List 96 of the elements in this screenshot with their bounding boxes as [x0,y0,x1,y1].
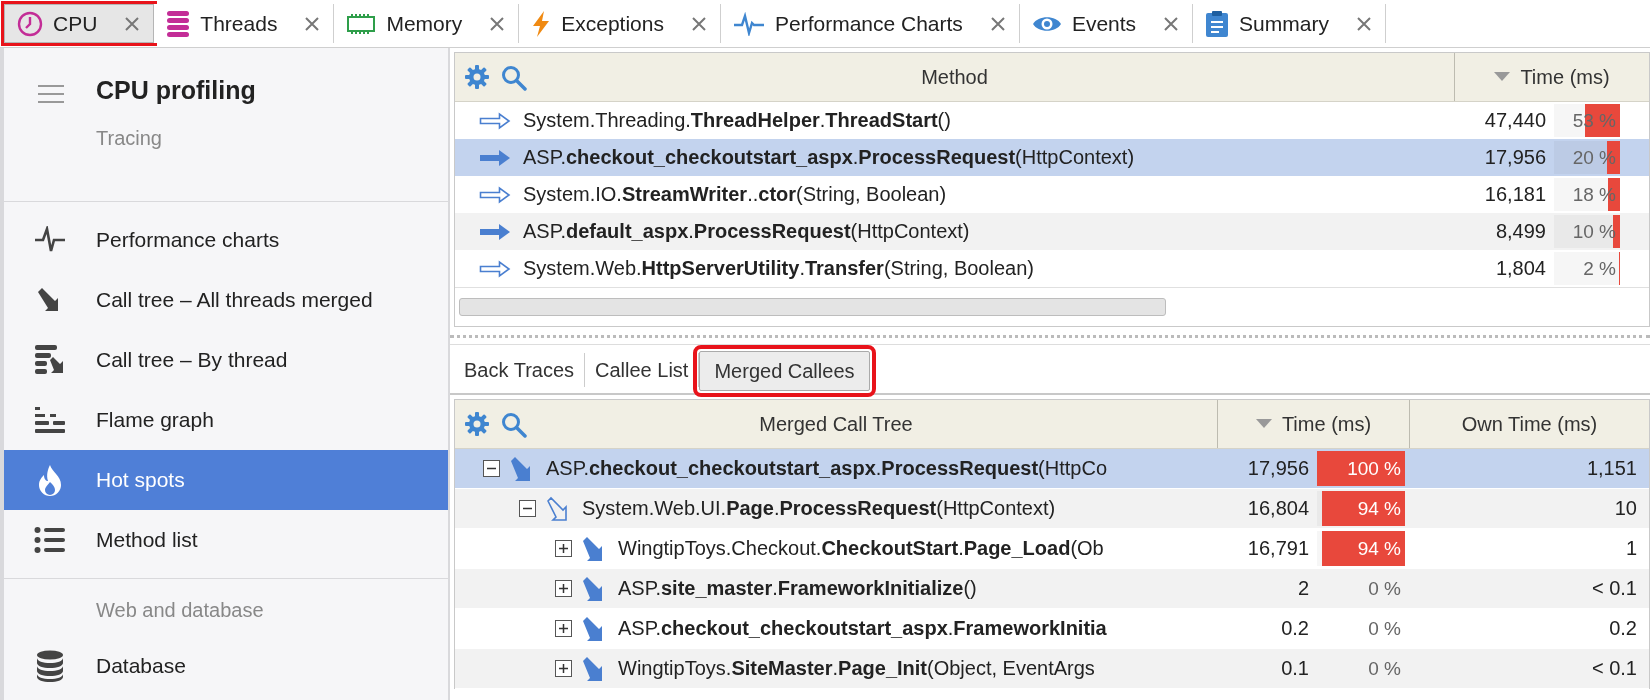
sidebar-item[interactable]: Method list [4,510,448,570]
tab[interactable]: Threads [154,4,335,43]
percent-text: 0 % [1368,617,1402,640]
close-icon[interactable] [305,16,320,31]
method-name: System.Web.UI.Page.ProcessRequest(HttpContext) [582,497,1056,520]
menu-icon[interactable] [38,84,64,104]
sidebar-item[interactable]: Flame graph [4,390,448,450]
tree-row[interactable]: System.Web.UI.Page.ProcessRequest(HttpContext) 16,804 94 % 10 [455,489,1649,529]
column-header[interactable]: Merged Call Tree [455,400,1217,448]
percent-text: 2 % [1583,257,1617,280]
right-arrow-icon [479,185,511,204]
database-icon [36,650,64,682]
close-icon[interactable] [490,16,505,31]
time-value: 17,956 [1246,457,1310,480]
own-time-value: 0.2 [1608,617,1638,640]
expand-icon[interactable] [555,540,572,557]
time-value: 1,804 [1494,257,1547,280]
collapse-icon[interactable] [519,500,536,517]
method-name: ASP.checkout_checkoutstart_aspx.FrameworkInitia [618,617,1107,640]
own-time-value: < 0.1 [1590,577,1638,600]
percent-text: 0 % [1368,657,1402,680]
list-icon [34,526,66,554]
column-header[interactable]: Method [455,53,1454,101]
pulse-icon [732,11,765,36]
right-arrow-icon [479,148,511,167]
sidebar-title: CPU profiling [96,76,257,105]
own-time-value: < 0.1 [1590,657,1638,680]
close-icon[interactable] [990,16,1005,31]
time-value: 2 [1296,577,1310,600]
close-icon[interactable] [125,16,140,31]
tree-list-icon [34,344,66,376]
time-value: 17,956 [1483,146,1547,169]
sidebar-item[interactable]: Call tree – All threads merged [4,270,448,330]
method-name: WingtipToys.SiteMaster.Page_Init(Object, EventArgs [618,657,1095,680]
time-value: 8,499 [1494,220,1547,243]
close-icon[interactable] [1164,16,1179,31]
column-header[interactable]: Time (ms) [1217,400,1409,448]
flame-icon [37,464,63,496]
right-arrow-icon [479,222,511,241]
expand-icon[interactable] [555,660,572,677]
stacked-bars-icon [166,9,191,38]
method-name: WingtipToys.Checkout.CheckoutStart.Page_Load(Ob [618,537,1104,560]
sort-descending-icon [1494,72,1511,82]
sidebar-subtitle: Tracing [96,127,163,150]
clipboard-icon [1205,9,1230,38]
clock-icon [17,10,43,37]
percent-text: 94 % [1357,497,1402,520]
search-icon[interactable] [501,65,527,91]
table-row[interactable]: System.Web.HttpServerUtility.Transfer(String, Boolean) 1,804 2 % [455,250,1649,287]
search-icon[interactable] [501,412,527,438]
close-icon[interactable] [1356,16,1371,31]
method-name: ASP.checkout_checkoutstart_aspx.ProcessRequest(HttpContext) [523,146,1135,169]
method-name: ASP.site_master.FrameworkInitialize() [618,577,977,600]
percent-text: 94 % [1357,537,1402,560]
time-value: 0.2 [1280,617,1310,640]
tab[interactable]: CPU [4,4,155,43]
sidebar-item[interactable]: Performance charts [4,210,448,270]
time-value: 47,440 [1483,109,1547,132]
method-name: System.Web.HttpServerUtility.Transfer(String, Boolean) [523,257,1034,280]
sidebar-item[interactable]: Call tree – By thread [4,330,448,390]
sidebar-item[interactable]: Database [4,636,448,696]
right-arrow-icon [479,111,511,130]
expand-icon[interactable] [555,620,572,637]
expand-icon[interactable] [555,580,572,597]
section-heading: Web and database [95,598,265,623]
column-header[interactable]: Time (ms) [1454,53,1649,101]
scrollbar-thumb[interactable] [459,298,1166,316]
lightning-icon [531,9,552,38]
own-time-value: 1 [1624,537,1638,560]
percent-text: 100 % [1347,457,1402,480]
tab[interactable]: Back Traces [454,353,586,387]
sort-descending-icon [1255,419,1272,429]
close-icon[interactable] [691,16,706,31]
method-name: ASP.default_aspx.ProcessRequest(HttpContext) [523,220,970,243]
memory-chip-icon [346,12,377,35]
pulse-icon [34,226,66,254]
tree-row[interactable]: ASP.checkout_checkoutstart_aspx.ProcessRequest(HttpCo 17,956 100 % 1,151 [455,449,1649,489]
right-arrow-icon [479,259,511,278]
own-time-value: 10 [1613,497,1638,520]
collapse-icon[interactable] [483,460,500,477]
tree-row[interactable]: WingtipToys.SiteMaster.Page_Init(Object, EventArgs 0.1 0 % < 0.1 [455,649,1649,689]
method-name: System.Threading.ThreadHelper.ThreadStart() [523,109,951,132]
settings-icon[interactable] [465,412,489,436]
sidebar-item[interactable]: Hot spots [4,450,448,510]
flame-graph-icon [34,406,66,434]
time-value: 16,791 [1246,537,1310,560]
own-time-value: 1,151 [1585,457,1638,480]
column-header[interactable]: Own Time (ms) [1409,400,1649,448]
percent-text: 0 % [1368,577,1402,600]
method-name: ASP.checkout_checkoutstart_aspx.ProcessRequest(HttpCo [546,457,1107,480]
time-value: 16,804 [1246,497,1310,520]
method-name: System.IO.StreamWriter..ctor(String, Boolean) [523,183,947,206]
settings-icon[interactable] [465,65,489,89]
time-value: 0.1 [1280,657,1310,680]
tree-row[interactable]: ASP.site_master.FrameworkInitialize() 2 0 % < 0.1 [455,569,1649,609]
time-value: 16,181 [1483,183,1547,206]
